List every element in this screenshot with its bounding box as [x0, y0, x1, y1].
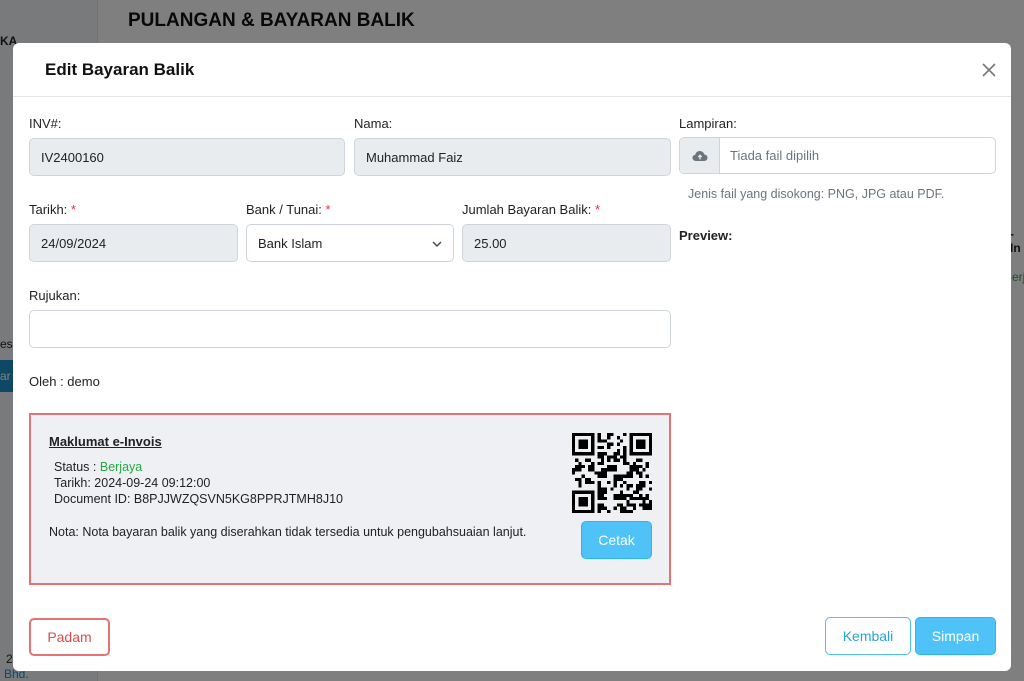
date-label-text: Tarikh: — [29, 202, 68, 217]
einvoice-document-id: Document ID: B8PJJWZQSVN5KG8PPRJTMH8J10 — [54, 492, 343, 506]
upload-cloud-icon[interactable] — [680, 138, 720, 173]
name-label: Nama: — [354, 116, 393, 131]
amount-field[interactable]: 25.00 — [462, 224, 671, 262]
einvoice-status: Status : Berjaya — [54, 460, 142, 474]
reference-label: Rujukan: — [29, 288, 81, 303]
date-field[interactable]: 24/09/2024 — [29, 224, 238, 262]
close-icon[interactable] — [979, 60, 999, 80]
file-status-text: Tiada fail dipilih — [730, 148, 820, 163]
qr-code-image — [572, 433, 652, 513]
einvoice-note: Nota: Nota bayaran balik yang diserahkan… — [49, 525, 527, 539]
amount-label-text: Jumlah Bayaran Balik: — [462, 202, 592, 217]
amount-label: Jumlah Bayaran Balik: * — [462, 202, 600, 217]
bank-label: Bank / Tunai: * — [246, 202, 331, 217]
required-marker: * — [70, 202, 76, 217]
bank-value: Bank Islam — [258, 235, 323, 251]
einvoice-title: Maklumat e-Invois — [49, 434, 162, 449]
print-button[interactable]: Cetak — [581, 521, 652, 559]
status-value: Berjaya — [99, 460, 143, 474]
required-marker: * — [594, 202, 601, 217]
file-type-hint: Jenis fail yang disokong: PNG, JPG atau … — [688, 187, 945, 201]
bank-select[interactable]: Bank Islam — [246, 224, 454, 262]
modal-title: Edit Bayaran Balik — [45, 60, 195, 79]
back-button[interactable]: Kembali — [825, 617, 911, 655]
preview-label: Preview: — [679, 228, 733, 243]
name-value: Muhammad Faiz — [366, 149, 463, 165]
modal-header: Edit Bayaran Balik — [13, 43, 1011, 97]
attachment-file-input[interactable]: Tiada fail dipilih — [679, 137, 996, 174]
date-label: Tarikh: * — [29, 202, 76, 217]
save-button[interactable]: Simpan — [915, 617, 996, 655]
inv-field[interactable]: IV2400160 — [29, 138, 345, 176]
attachment-label: Lampiran: — [679, 116, 737, 131]
inv-value: IV2400160 — [41, 149, 104, 165]
amount-value: 25.00 — [474, 235, 507, 251]
created-by-text: Oleh : demo — [29, 374, 100, 389]
date-value: 24/09/2024 — [41, 235, 107, 251]
inv-label: INV#: — [29, 116, 62, 131]
einvoice-info-box: Maklumat e-Invois Status : Berjaya Tarik… — [29, 413, 671, 585]
required-marker: * — [325, 202, 331, 217]
bank-label-text: Bank / Tunai: — [246, 202, 322, 217]
reference-input[interactable] — [29, 310, 671, 348]
delete-button[interactable]: Padam — [29, 618, 110, 656]
einvoice-date: Tarikh: 2024-09-24 09:12:00 — [54, 476, 211, 490]
status-label: Status : — [54, 460, 100, 474]
name-field[interactable]: Muhammad Faiz — [354, 138, 671, 176]
chevron-down-icon — [432, 241, 442, 247]
edit-refund-modal: Edit Bayaran Balik INV#: IV2400160 Nama:… — [13, 43, 1011, 671]
